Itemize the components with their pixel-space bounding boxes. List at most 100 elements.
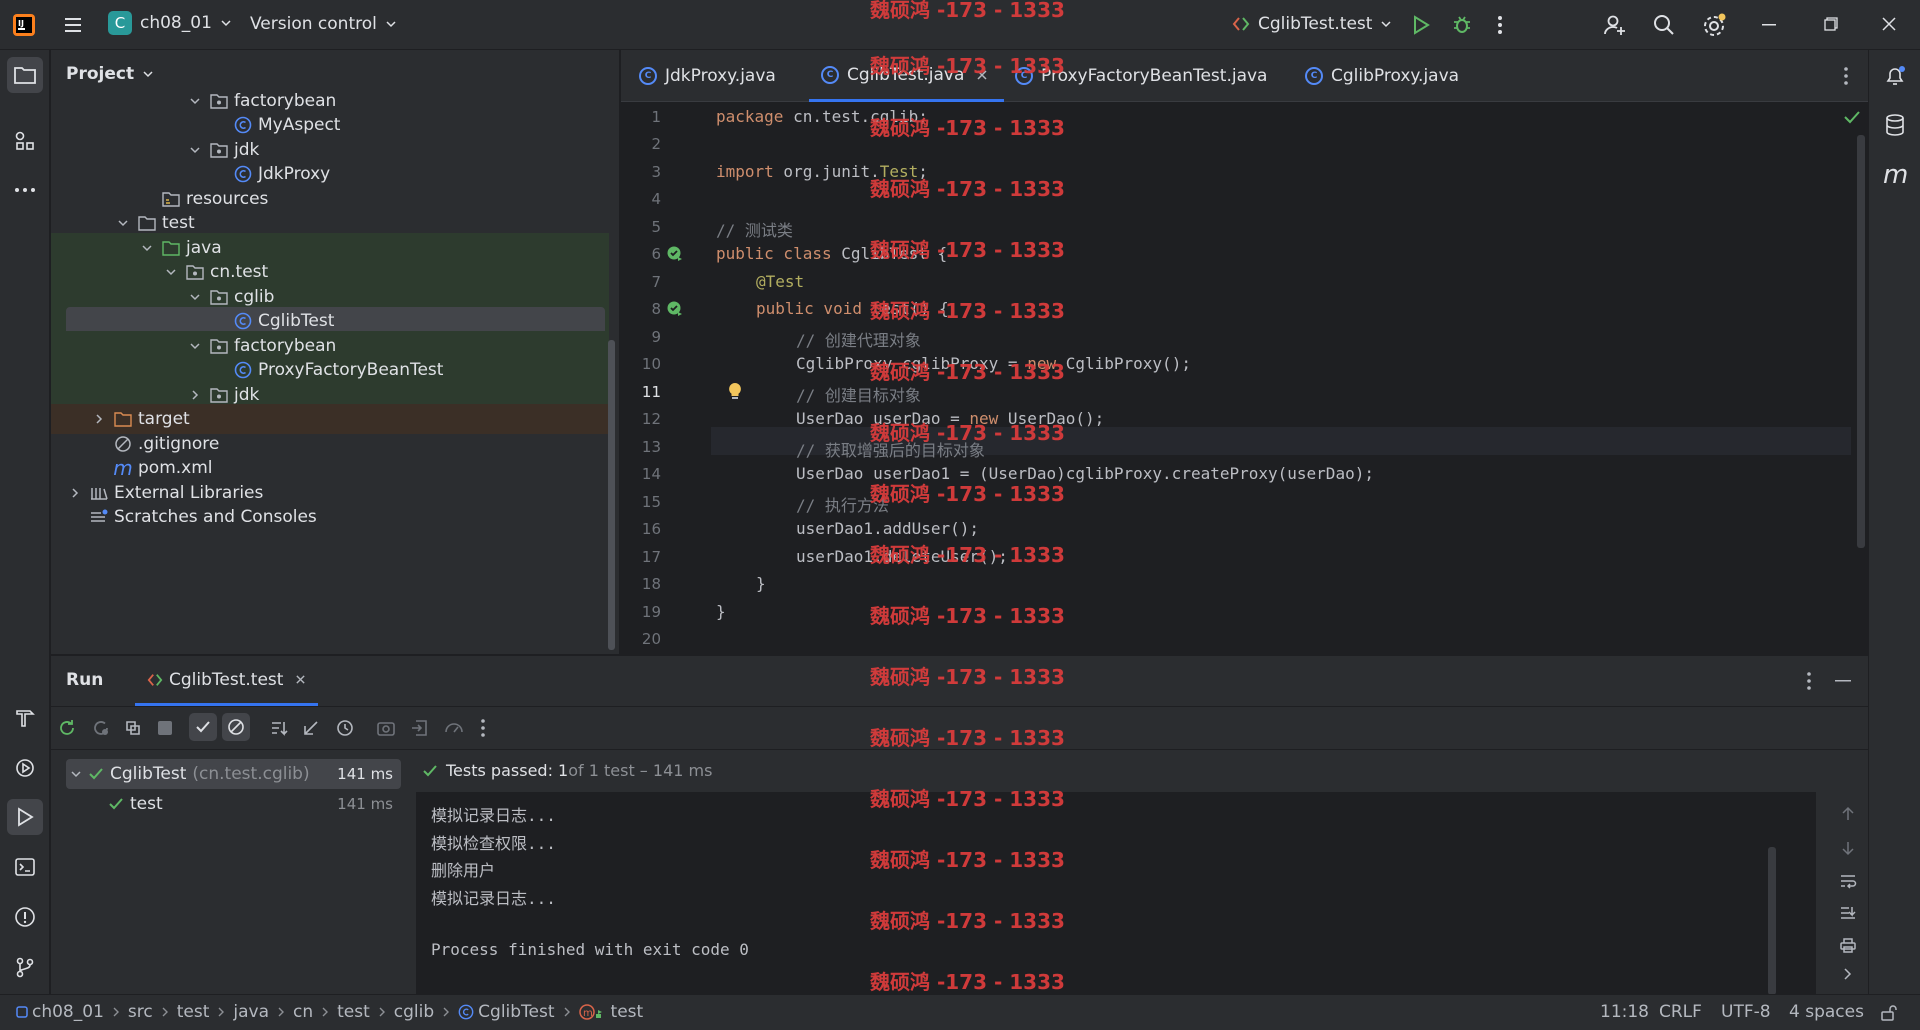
- maven-icon[interactable]: m: [1883, 160, 1908, 190]
- show-passed-toggle[interactable]: [189, 713, 217, 741]
- chevron-right-icon[interactable]: [185, 385, 205, 405]
- console-line: 删除用户: [431, 861, 496, 880]
- scroll-to-end-icon[interactable]: [1839, 905, 1857, 921]
- run-config-selector[interactable]: CglibTest.test: [1232, 14, 1392, 34]
- breadcrumb-label: CglibTest: [478, 1002, 555, 1022]
- tab-options-icon[interactable]: [1842, 66, 1850, 86]
- print-icon[interactable]: [1839, 937, 1857, 953]
- chevron-down-icon[interactable]: [185, 336, 205, 356]
- chevron-right-icon[interactable]: [65, 483, 85, 503]
- file-encoding[interactable]: UTF-8: [1721, 1002, 1771, 1022]
- chevron-down-icon[interactable]: [185, 140, 205, 160]
- coverage-icon[interactable]: [443, 718, 465, 738]
- breadcrumb-item[interactable]: cn: [293, 1002, 313, 1022]
- project-tool-button[interactable]: [7, 57, 43, 93]
- show-ignored-toggle[interactable]: [222, 713, 250, 741]
- terminal-tool-button[interactable]: [7, 849, 43, 885]
- main-menu-icon[interactable]: [62, 14, 84, 36]
- add-user-icon[interactable]: [1603, 13, 1627, 37]
- code-line-7[interactable]: @Test: [716, 272, 804, 291]
- test-tree-root[interactable]: CglibTest (cn.test.cglib) 141 ms: [66, 759, 401, 789]
- breadcrumb-item[interactable]: test: [177, 1002, 210, 1022]
- chevron-down-icon[interactable]: [137, 238, 157, 258]
- import-tests-icon[interactable]: [410, 718, 430, 738]
- project-selector[interactable]: C ch08_01: [108, 11, 232, 35]
- screenshot-icon[interactable]: [376, 718, 396, 738]
- settings-gear-icon[interactable]: [1701, 12, 1727, 38]
- run-options-icon[interactable]: [1805, 671, 1813, 691]
- structure-tool-button[interactable]: [7, 123, 43, 159]
- hide-panel-icon[interactable]: [1835, 680, 1851, 682]
- scroll-up-icon[interactable]: [1841, 806, 1855, 822]
- code-line-11[interactable]: // 创建目标对象: [716, 382, 921, 406]
- rerun-failed-icon[interactable]: [91, 718, 111, 738]
- run-tab[interactable]: CglibTest.test: [135, 656, 319, 706]
- chevron-down-icon[interactable]: [185, 91, 205, 111]
- test-history-icon[interactable]: [335, 718, 355, 738]
- console-scrollbar[interactable]: [1768, 847, 1776, 995]
- database-icon[interactable]: [1883, 113, 1907, 137]
- tab-jdkproxy[interactable]: C JdkProxy.java: [639, 50, 776, 102]
- search-icon[interactable]: [1652, 13, 1676, 37]
- run-test-gutter-icon[interactable]: [666, 245, 684, 263]
- breadcrumb-item[interactable]: m test: [578, 1002, 643, 1022]
- breadcrumb-item[interactable]: cglib: [394, 1002, 434, 1022]
- breadcrumb-item[interactable]: java: [233, 1002, 269, 1022]
- scroll-down-icon[interactable]: [1841, 840, 1855, 856]
- chevron-down-icon[interactable]: [161, 262, 181, 282]
- project-view-selector[interactable]: Project: [66, 64, 154, 84]
- build-tool-button[interactable]: [7, 700, 43, 736]
- tree-item[interactable]: Scratches and Consoles: [51, 502, 609, 532]
- code-line-9[interactable]: // 创建代理对象: [716, 327, 921, 351]
- code-line-18[interactable]: }: [716, 574, 766, 593]
- chevron-right-icon[interactable]: [1843, 967, 1853, 981]
- soft-wrap-icon[interactable]: [1839, 873, 1857, 889]
- status-bar: ch08_01 src test java cn test cglib Cgli…: [0, 994, 1920, 1030]
- caret-position[interactable]: 11:18: [1600, 1002, 1649, 1022]
- code-line-19[interactable]: }: [716, 602, 726, 621]
- problems-tool-button[interactable]: [7, 899, 43, 935]
- notifications-bell-icon[interactable]: [1883, 64, 1907, 88]
- restore-icon[interactable]: [1824, 17, 1838, 31]
- more-run-actions-icon[interactable]: [479, 718, 487, 738]
- debug-icon[interactable]: [1451, 13, 1473, 35]
- chevron-down-icon[interactable]: [113, 213, 133, 233]
- stop-icon[interactable]: [157, 720, 173, 736]
- lock-icon[interactable]: [1880, 1004, 1898, 1022]
- editor-scrollbar[interactable]: [1857, 135, 1865, 548]
- chevron-right-icon[interactable]: [89, 409, 109, 429]
- collapse-all-icon[interactable]: [301, 718, 321, 738]
- run-icon[interactable]: [1410, 14, 1432, 36]
- intellij-logo-icon[interactable]: IJ: [12, 13, 36, 37]
- code-line-15[interactable]: // 执行方法: [716, 492, 889, 516]
- minimize-icon[interactable]: [1762, 24, 1776, 26]
- close-tab-icon[interactable]: [295, 674, 306, 685]
- toggle-auto-test-icon[interactable]: [123, 718, 143, 738]
- tree-item-label: cglib: [234, 287, 275, 307]
- breadcrumb-item[interactable]: test: [337, 1002, 370, 1022]
- run-test-gutter-icon[interactable]: [666, 300, 684, 318]
- test-tree-child[interactable]: test 141 ms: [66, 789, 401, 819]
- code-line-16[interactable]: userDao1.addUser();: [716, 519, 979, 538]
- indent-setting[interactable]: 4 spaces: [1789, 1002, 1864, 1022]
- sort-icon[interactable]: [269, 718, 289, 738]
- run-console[interactable]: 模拟记录日志... 模拟检查权限... 删除用户 模拟记录日志... Proce…: [416, 792, 1816, 995]
- rerun-icon[interactable]: [57, 718, 77, 738]
- more-tools-button[interactable]: [7, 172, 43, 208]
- chevron-down-icon[interactable]: [185, 287, 205, 307]
- code-line-5[interactable]: // 测试类: [716, 217, 793, 241]
- breadcrumb-item[interactable]: src: [128, 1002, 153, 1022]
- services-tool-button[interactable]: [7, 750, 43, 786]
- no-problems-check-icon[interactable]: [1843, 110, 1861, 124]
- more-actions-icon[interactable]: [1496, 14, 1504, 36]
- close-window-icon[interactable]: [1882, 17, 1896, 31]
- run-tool-button[interactable]: [7, 799, 43, 835]
- line-separator[interactable]: CRLF: [1659, 1002, 1702, 1022]
- breadcrumb-item[interactable]: CglibTest: [458, 1002, 555, 1022]
- breadcrumb-item[interactable]: ch08_01: [16, 1002, 104, 1022]
- project-scrollbar[interactable]: [608, 340, 615, 650]
- git-tool-button[interactable]: [7, 949, 43, 985]
- chevron-down-icon[interactable]: [70, 768, 82, 780]
- tab-cglibproxy[interactable]: C CglibProxy.java: [1305, 50, 1459, 102]
- version-control-menu[interactable]: Version control: [250, 14, 397, 34]
